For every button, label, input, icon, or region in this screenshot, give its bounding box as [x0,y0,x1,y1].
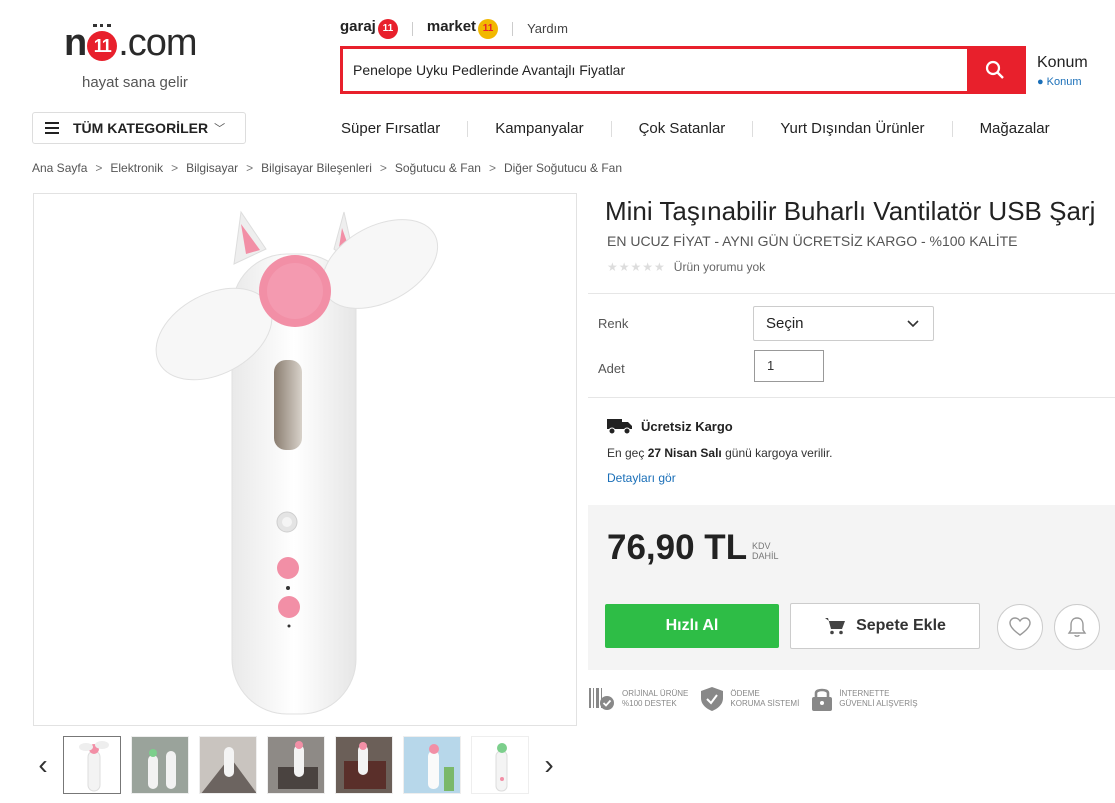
tax-note: KDV DAHİL [752,541,779,561]
thumbnail[interactable] [131,736,189,794]
product-image[interactable] [33,193,577,726]
bell-icon [1067,617,1087,637]
nav-divider [951,120,953,137]
product-title: Mini Taşınabilir Buharlı Vantilatör USB … [605,196,1096,226]
quantity-input[interactable]: 1 [754,350,824,382]
breadcrumb-item[interactable]: Soğutucu & Fan [395,161,481,175]
chevron-right-icon[interactable]: › [534,737,564,793]
breadcrumb: Ana Sayfa > Elektronik > Bilgisayar > Bilgi… [32,161,622,175]
nav-link-magazalar[interactable]: Mağazalar [980,120,1050,137]
shipping-details-link[interactable]: Detayları gör [607,471,676,485]
main-nav: TÜM KATEGORİLER ﹀ Süper Fırsatlar Kampan… [0,112,1115,156]
search-input[interactable] [343,49,967,91]
breadcrumb-item[interactable]: Bilgisayar Bileşenleri [261,161,372,175]
help-link[interactable]: Yardım [527,21,568,36]
garaj-link[interactable]: garaj 11 [340,18,398,39]
location-link[interactable]: ● Konum [1037,76,1082,88]
thumbnail[interactable] [267,736,325,794]
site-header: n 11 .com hayat sana gelir garaj 11 market 1… [0,0,1115,112]
alert-button[interactable] [1054,604,1100,650]
logo-wordmark: n 11 .com [64,22,198,64]
nav-divider [467,120,469,137]
breadcrumb-item[interactable]: Diğer Soğutucu & Fan [504,161,622,175]
thumbnail-image [79,741,109,792]
brand-divider [411,21,413,36]
breadcrumb-separator: > [488,161,496,175]
market-link[interactable]: market 11 [427,18,499,39]
thumbnail-strip: ‹ › [28,736,564,794]
shield-check-icon [701,687,724,711]
chevron-down-icon [907,319,919,327]
breadcrumb-item[interactable]: Elektronik [110,161,163,175]
thumbnail-image [472,737,528,793]
lock-icon [812,688,833,711]
divider [588,397,1115,398]
search-icon [985,60,1004,79]
favorite-button[interactable] [997,604,1043,650]
breadcrumb-separator: > [379,161,387,175]
product-rating[interactable]: ★★★★★ Ürün yorumu yok [607,260,765,274]
logo-tagline: hayat sana gelir [82,74,188,91]
chevron-left-icon[interactable]: ‹ [28,737,58,793]
nav-link-yurt-disindan[interactable]: Yurt Dışından Ürünler [780,120,924,137]
thumbnail[interactable] [199,736,257,794]
color-select[interactable]: Seçin [753,306,934,341]
menu-icon [45,122,59,134]
nav-link-cok-satanlar[interactable]: Çok Satanlar [639,120,726,137]
trust-badges: ORİJİNAL ÜRÜNE %100 DESTEK ÖDEME KORUMA Sİ… [588,686,930,712]
thumbnail-image [404,737,460,793]
thumbnail-image [200,737,256,793]
truck-icon [607,419,632,435]
trust-badge: ORİJİNAL ÜRÜNE %100 DESTEK [588,686,688,712]
nav-divider [752,120,754,137]
divider [588,293,1115,294]
nav-link-super-firsatlar[interactable]: Süper Fırsatlar [341,120,440,137]
shipping-date: En geç 27 Nisan Salı günü kargoya verili… [607,446,833,460]
breadcrumb-separator: > [246,161,254,175]
breadcrumb-item[interactable]: Bilgisayar [186,161,238,175]
trust-badge: ÖDEME KORUMA SİSTEMİ [700,686,799,712]
rating-stars-icon: ★★★★★ [607,260,666,274]
fan-illustration [155,210,439,715]
breadcrumb-item[interactable]: Ana Sayfa [32,161,87,175]
nav-divider [610,120,612,137]
thumbnail[interactable] [63,736,121,794]
cart-icon [825,618,846,635]
color-label: Renk [598,316,629,331]
all-categories-button[interactable]: TÜM KATEGORİLER ﹀ [32,112,246,144]
site-logo[interactable]: n 11 .com hayat sana gelir [62,22,222,102]
barcode-shield-icon [589,688,614,710]
thumbnail-image [132,737,188,793]
heart-icon [1009,617,1031,636]
buy-now-button[interactable]: Hızlı Al [605,604,779,648]
quantity-label: Adet [598,361,625,376]
thumbnail[interactable] [403,736,461,794]
breadcrumb-separator: > [95,161,103,175]
trust-badge: İNTERNETTE GÜVENLİ ALIŞVERİŞ [811,686,918,712]
thumbnail[interactable] [471,736,529,794]
chevron-down-icon: ﹀ [214,123,226,135]
search-bar [340,46,1026,94]
search-button[interactable] [967,49,1023,91]
product-subtitle: EN UCUZ FİYAT - AYNI GÜN ÜCRETSİZ KARGO … [607,233,1018,249]
thumbnail-image [336,737,392,793]
brand-links: garaj 11 market 11 Yardım [340,18,568,39]
nav-link-kampanyalar[interactable]: Kampanyalar [495,120,583,137]
thumbnail[interactable] [335,736,393,794]
thumbnail-image [268,737,324,793]
nav-links: Süper Fırsatlar Kampanyalar Çok Satanlar… [341,120,1050,137]
add-to-cart-button[interactable]: Sepete Ekle [790,603,980,649]
brand-divider [512,21,514,36]
breadcrumb-separator: > [171,161,179,175]
product-price: 76,90 TL [607,528,748,567]
free-shipping-title: Ücretsiz Kargo [607,417,733,435]
pin-icon: ● [1037,76,1044,88]
location-title[interactable]: Konum [1037,54,1088,72]
